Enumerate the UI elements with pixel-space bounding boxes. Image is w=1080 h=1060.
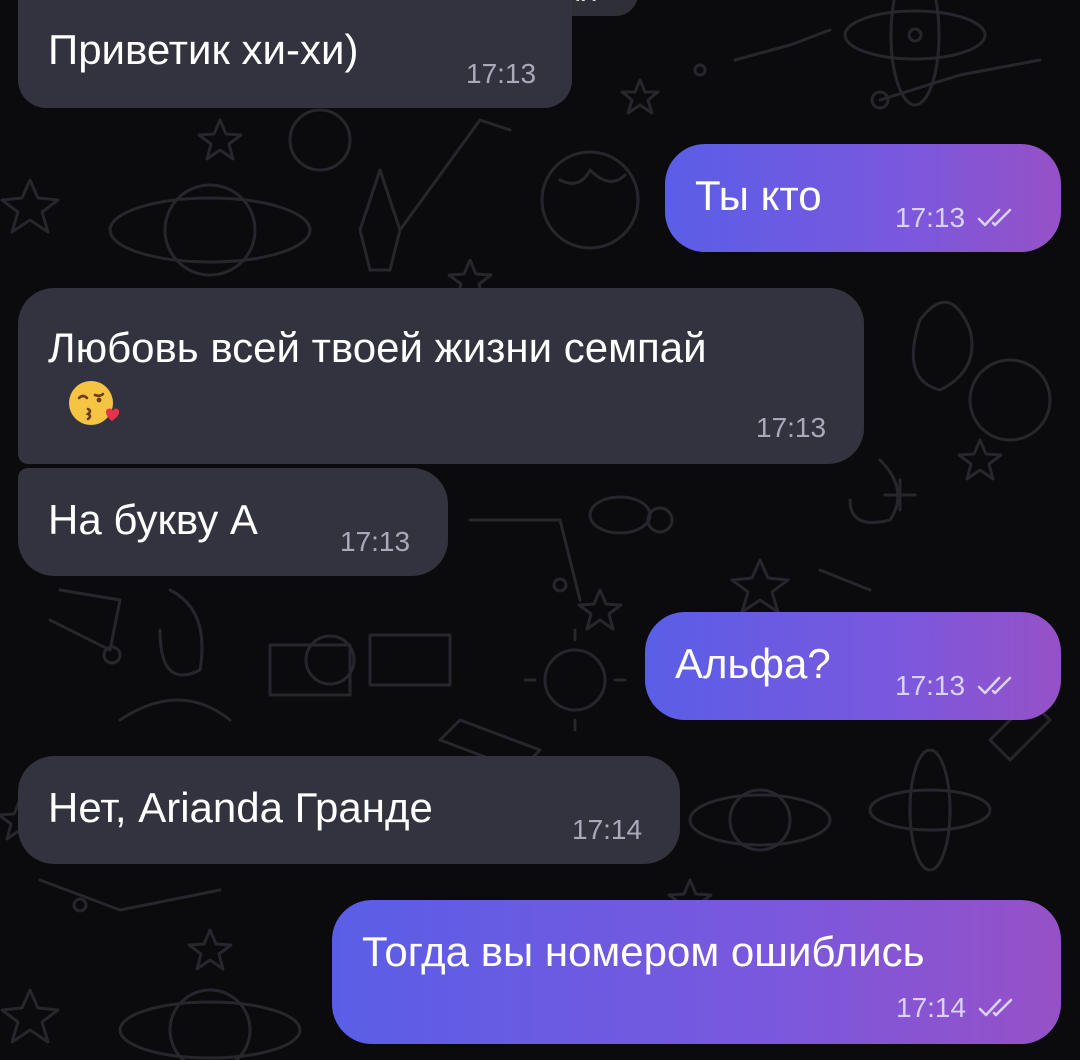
message-bubble-incoming[interactable]: Нет, Arianda Гранде 17:14: [18, 756, 680, 864]
message-time: 17:14: [896, 992, 967, 1023]
message-bubble-outgoing[interactable]: Альфа? 17:13: [645, 612, 1061, 720]
message-bubble-incoming[interactable]: Приветик хи-хи) 17:13: [18, 0, 572, 108]
message-time: 17:14: [572, 814, 643, 845]
message-bubble-outgoing[interactable]: Ты кто 17:13: [665, 144, 1061, 252]
chat-window: Сегодня Приветик хи-хи) 17:13 Ты кто 17:…: [0, 0, 1080, 1060]
message-text: Альфа?: [675, 640, 831, 687]
double-check-icon: [978, 998, 1013, 1017]
message-time: 17:13: [466, 58, 537, 89]
message-time: 17:13: [340, 526, 411, 557]
message-bubble-incoming[interactable]: На букву А 17:13: [18, 468, 448, 576]
double-check-icon: [977, 208, 1012, 227]
message-text: Приветик хи-хи): [48, 26, 359, 73]
message-text: На букву А: [48, 496, 258, 543]
message-text: Ты кто: [695, 172, 822, 219]
message-text: Любовь всей твоей жизни семпай: [48, 324, 707, 371]
kissing-face-icon: [69, 381, 120, 425]
double-check-icon: [977, 676, 1012, 695]
message-time: 17:13: [895, 202, 966, 233]
message-meta: 17:13: [895, 202, 1019, 234]
message-time: 17:13: [756, 412, 827, 443]
message-bubble-outgoing[interactable]: Тогда вы номером ошиблись 17:14: [332, 900, 1061, 1044]
message-meta: 17:14: [572, 814, 642, 846]
message-meta: 17:13: [340, 526, 410, 558]
message-meta: 17:13: [756, 412, 826, 444]
message-time: 17:13: [895, 670, 966, 701]
message-text: Тогда вы номером ошиблись: [362, 928, 925, 975]
message-bubble-incoming[interactable]: Любовь всей твоей жизни семпай 17:13: [18, 288, 864, 464]
message-meta: 17:14: [896, 992, 1020, 1024]
message-meta: 17:13: [466, 58, 536, 90]
message-text: Нет, Arianda Гранде: [48, 784, 433, 831]
message-meta: 17:13: [895, 670, 1019, 702]
